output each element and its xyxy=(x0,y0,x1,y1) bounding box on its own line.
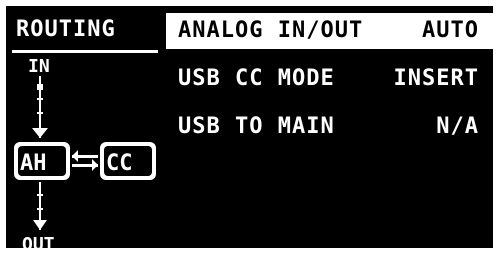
diagram-out-label: OUT xyxy=(22,234,55,248)
bidirectional-arrow-icon xyxy=(72,150,98,171)
down-arrow-icon xyxy=(32,128,48,138)
node-ah-label: AH xyxy=(20,151,47,176)
setting-row-usb-cc-mode[interactable]: USB CC MODE INSERT xyxy=(166,61,493,97)
sidebar-title: ROUTING xyxy=(16,17,116,42)
setting-row-analog-in-out[interactable]: ANALOG IN/OUT AUTO xyxy=(166,13,493,49)
setting-label: USB TO MAIN xyxy=(178,114,335,139)
node-cc-label: CC xyxy=(106,151,133,176)
setting-label: USB CC MODE xyxy=(178,66,335,91)
setting-row-usb-to-main[interactable]: USB TO MAIN N/A xyxy=(166,109,493,145)
down-arrow-icon xyxy=(33,220,47,230)
setting-value: N/A xyxy=(436,114,479,139)
device-screen: ROUTING IN AH CC OUT ANALOG IN/OUT AUTO … xyxy=(6,6,493,248)
routing-diagram: IN AH CC OUT xyxy=(14,56,156,248)
sidebar-title-underline xyxy=(12,50,158,53)
diagram-in-label: IN xyxy=(28,56,50,77)
setting-label: ANALOG IN/OUT xyxy=(178,18,364,43)
setting-value: AUTO xyxy=(422,18,479,43)
setting-value: INSERT xyxy=(393,66,479,91)
